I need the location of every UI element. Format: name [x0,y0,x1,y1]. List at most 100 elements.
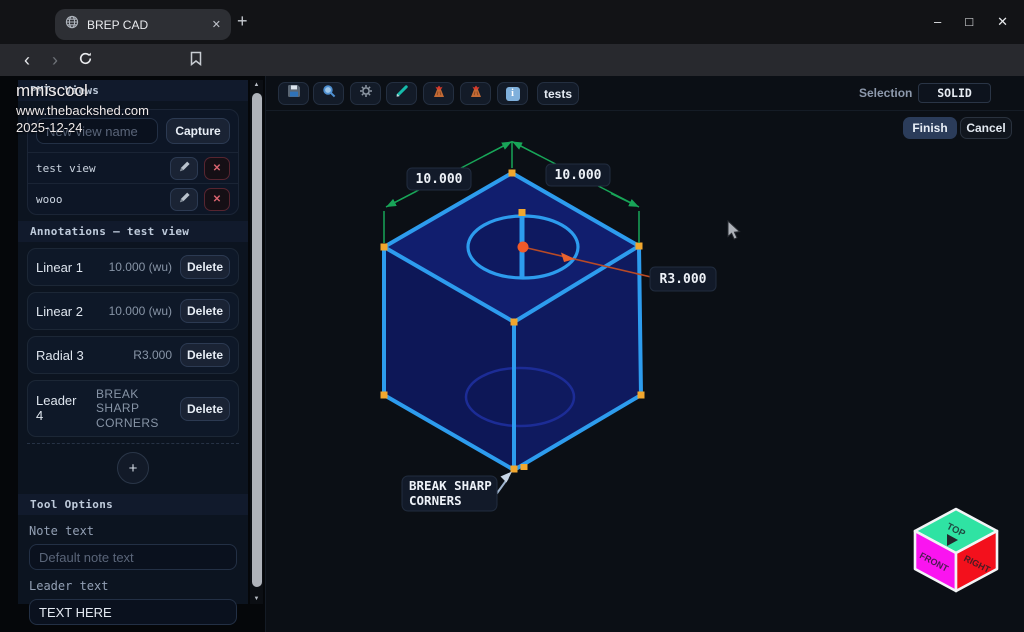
sidebar-scrollbar[interactable]: ▲ ▼ [250,80,263,604]
annotation-name: Linear 2 [36,304,83,319]
bookmark-icon[interactable] [190,51,202,69]
tests-button[interactable]: tests [537,82,579,105]
dimension-labels[interactable]: 10.000 10.000 [407,164,610,190]
window-maximize-button[interactable]: □ [965,15,973,28]
search-icon [322,84,336,103]
cad-canvas[interactable]: i tests Selection SOLID Finish Cancel [265,76,1024,632]
annotation-row[interactable]: Linear 2 10.000 (wu) Delete [27,292,239,330]
radial-arrowhead [561,253,575,263]
annotation-value: R3.000 [92,348,172,362]
back-icon[interactable]: ‹ [24,51,30,69]
leader-arrowhead [501,472,513,483]
gear-icon [359,84,373,103]
window-close-button[interactable]: ✕ [997,15,1008,28]
edit-view-button[interactable] [170,188,198,211]
browser-nav-bar: ‹ › http://localhost:5173 [0,44,1024,76]
annotation-name: Leader 4 [36,394,82,424]
pencil-icon [178,191,191,207]
delete-view-button[interactable]: ✕ [204,188,230,211]
scrollbar-thumb[interactable] [252,93,262,587]
selection-label: Selection [859,86,912,100]
delete-annotation-button[interactable]: Delete [180,255,230,279]
browser-tab[interactable]: BREP CAD ✕ [55,9,231,40]
delete-annotation-button[interactable]: Delete [180,343,230,367]
pencil-tool-button[interactable] [386,82,417,105]
vertex-markers [381,170,645,473]
floppy-disk-icon [287,84,301,103]
forward-icon[interactable]: › [52,51,58,69]
settings-tool-button[interactable] [350,82,381,105]
new-tab-button[interactable]: + [237,11,248,32]
volcano-tool-button-2[interactable] [460,82,491,105]
dim-label-left[interactable]: 10.000 [407,168,471,190]
capture-button[interactable]: Capture [166,118,230,144]
delete-view-button[interactable]: ✕ [204,157,230,180]
view-name: wooo [36,193,170,206]
annotation-value: 10.000 (wu) [91,304,172,318]
leader-text-input[interactable] [29,599,237,625]
note-text-input[interactable] [29,544,237,570]
close-icon: ✕ [213,163,221,174]
leader-text-label: Leader text [29,579,237,593]
tab-close-icon[interactable]: ✕ [212,18,221,31]
leader-text-line2: CORNERS [409,493,462,508]
pencil-icon [395,84,409,103]
hidden-hole-ellipse [466,368,574,426]
view-row[interactable]: test view ✕ [28,152,238,183]
add-annotation-area: + [27,443,239,494]
selection-mode-value[interactable]: SOLID [918,83,991,103]
scroll-down-icon[interactable]: ▼ [250,596,263,602]
annotation-name: Radial 3 [36,348,84,363]
linear-dimensions[interactable] [384,142,639,244]
browser-window: BREP CAD ✕ + – □ ✕ ‹ › http://localhost:… [0,0,1024,632]
browser-tab-bar: BREP CAD ✕ + – □ ✕ [0,0,1024,44]
delete-annotation-button[interactable]: Delete [180,299,230,323]
delete-annotation-button[interactable]: Delete [180,397,230,421]
cancel-button[interactable]: Cancel [960,117,1012,139]
dim-label-right[interactable]: 10.000 [546,164,610,186]
circle-center-point[interactable] [518,242,529,253]
view-name: test view [36,162,170,175]
annotation-value: 10.000 (wu) [91,260,172,274]
new-view-name-input[interactable] [36,118,158,144]
search-tool-button[interactable] [313,82,344,105]
leader-text-line1: BREAK SHARP [409,478,492,493]
tab-title: BREP CAD [87,18,204,32]
annotations-section-header: Annotations — test view [18,221,248,242]
volcano-tool-button[interactable] [423,82,454,105]
save-button[interactable] [278,82,309,105]
edit-view-button[interactable] [170,157,198,180]
annotation-name: Linear 1 [36,260,83,275]
annotation-row[interactable]: Radial 3 R3.000 Delete [27,336,239,374]
info-icon: i [506,87,520,101]
scroll-up-icon[interactable]: ▲ [250,82,263,88]
view-row[interactable]: wooo ✕ [28,183,238,214]
add-annotation-button[interactable]: + [117,452,149,484]
top-hole-ellipse[interactable] [468,216,578,278]
svg-text:10.000: 10.000 [416,172,463,187]
annotation-row[interactable]: Leader 4 BREAK SHARP CORNERS Delete [27,380,239,437]
leader-annotation[interactable]: BREAK SHARP CORNERS [402,472,512,512]
svg-text:10.000: 10.000 [555,168,602,183]
volcano-icon [468,84,484,103]
views-section-header: PMT: Views [18,80,248,101]
toolbar-separator [266,110,1024,111]
tool-options-header: Tool Options [18,494,248,515]
sidebar: PMT: Views Capture test view ✕ wooo [18,80,248,604]
pencil-icon [178,160,191,176]
annotation-value: BREAK SHARP CORNERS [96,387,172,430]
reload-icon[interactable] [78,51,93,69]
note-text-label: Note text [29,524,237,538]
volcano-icon [431,84,447,103]
views-panel: Capture test view ✕ wooo ✕ [27,109,239,215]
radial-dimension[interactable]: R3.000 [518,242,717,292]
finish-button[interactable]: Finish [903,117,957,139]
close-icon: ✕ [213,194,221,205]
window-minimize-button[interactable]: – [934,15,941,28]
annotation-row[interactable]: Linear 1 10.000 (wu) Delete [27,248,239,286]
globe-icon [65,15,79,34]
cube-solid[interactable] [384,173,641,470]
mouse-cursor [728,221,740,239]
info-tool-button[interactable]: i [497,82,528,105]
view-cube[interactable]: TOP FRONT RIGHT [911,503,1001,597]
